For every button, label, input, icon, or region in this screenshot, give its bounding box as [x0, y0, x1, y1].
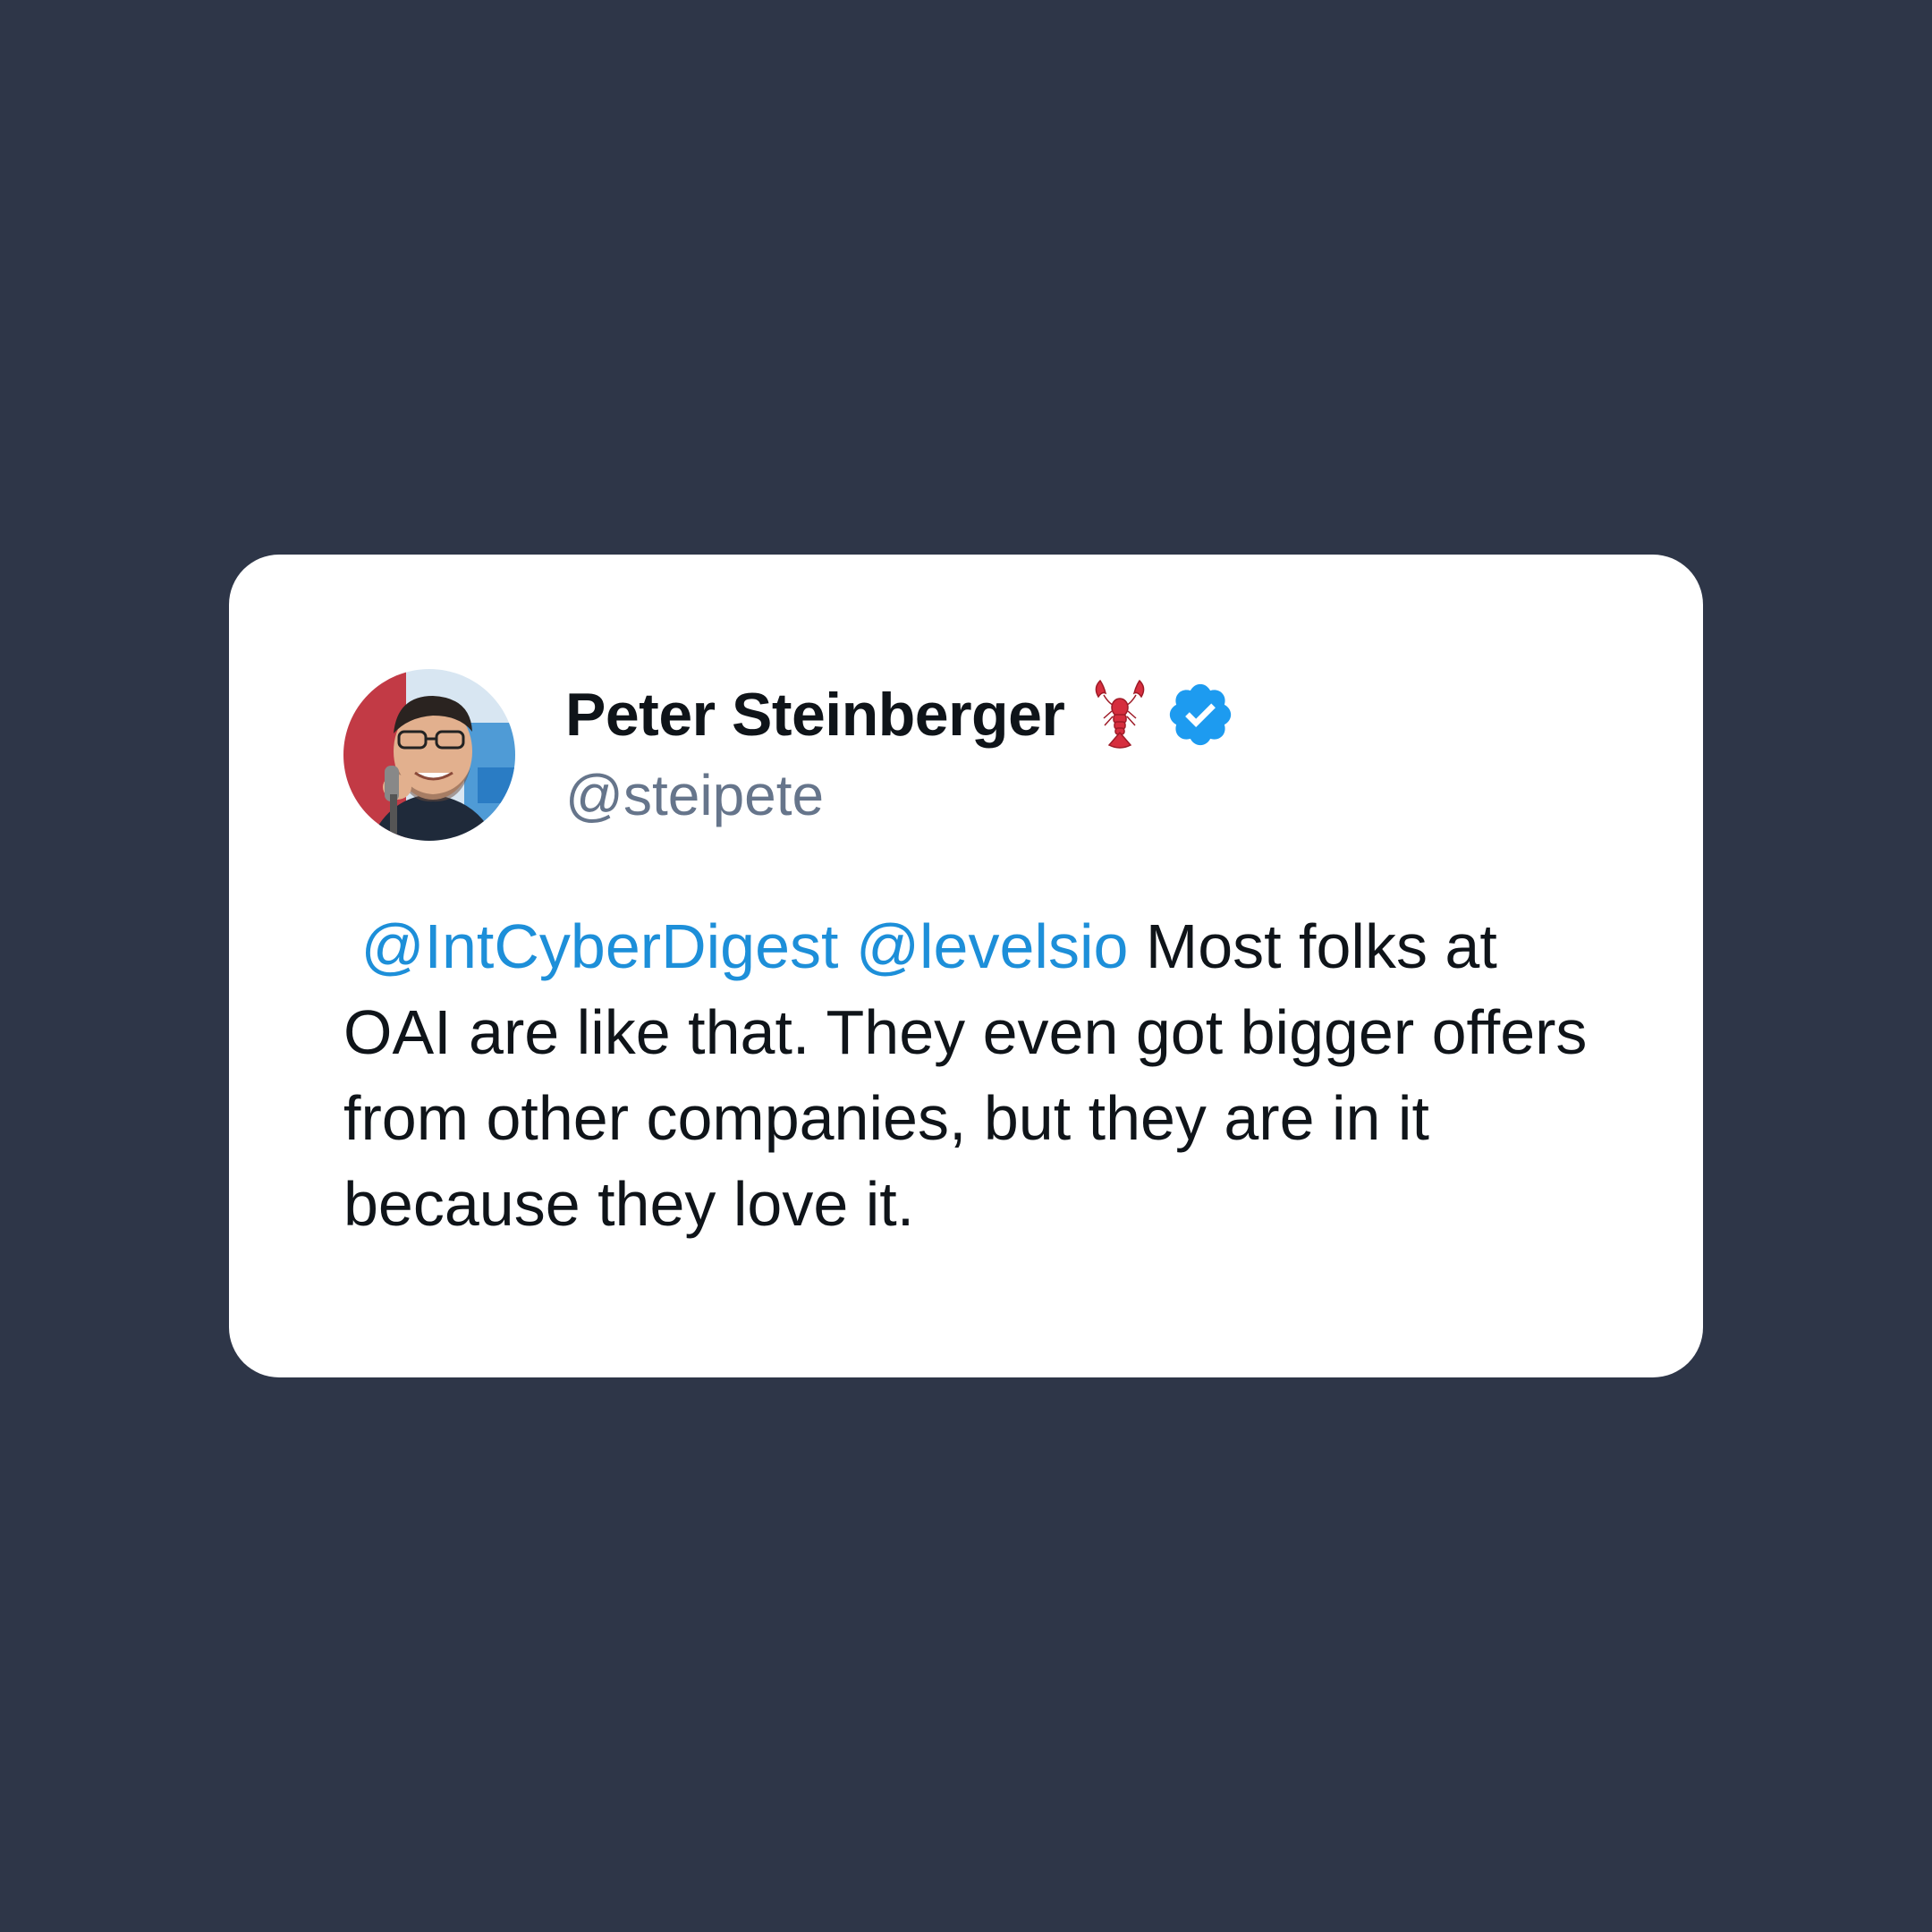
author-name-row: Peter Steinberger: [565, 674, 1236, 755]
author-display-name[interactable]: Peter Steinberger: [565, 680, 1065, 750]
tweet-card: Peter Steinberger @steipete @IntCyberDig…: [229, 555, 1703, 1377]
tweet-body: @IntCyberDigest @levelsio Most folks at …: [343, 903, 1614, 1247]
mention-link[interactable]: @levelsio: [856, 911, 1129, 981]
lobster-icon: [1091, 677, 1148, 752]
verified-badge-icon: [1165, 679, 1236, 750]
mention-link[interactable]: @IntCyberDigest: [360, 911, 838, 981]
author-handle[interactable]: @steipete: [565, 762, 824, 828]
avatar[interactable]: [343, 669, 515, 841]
